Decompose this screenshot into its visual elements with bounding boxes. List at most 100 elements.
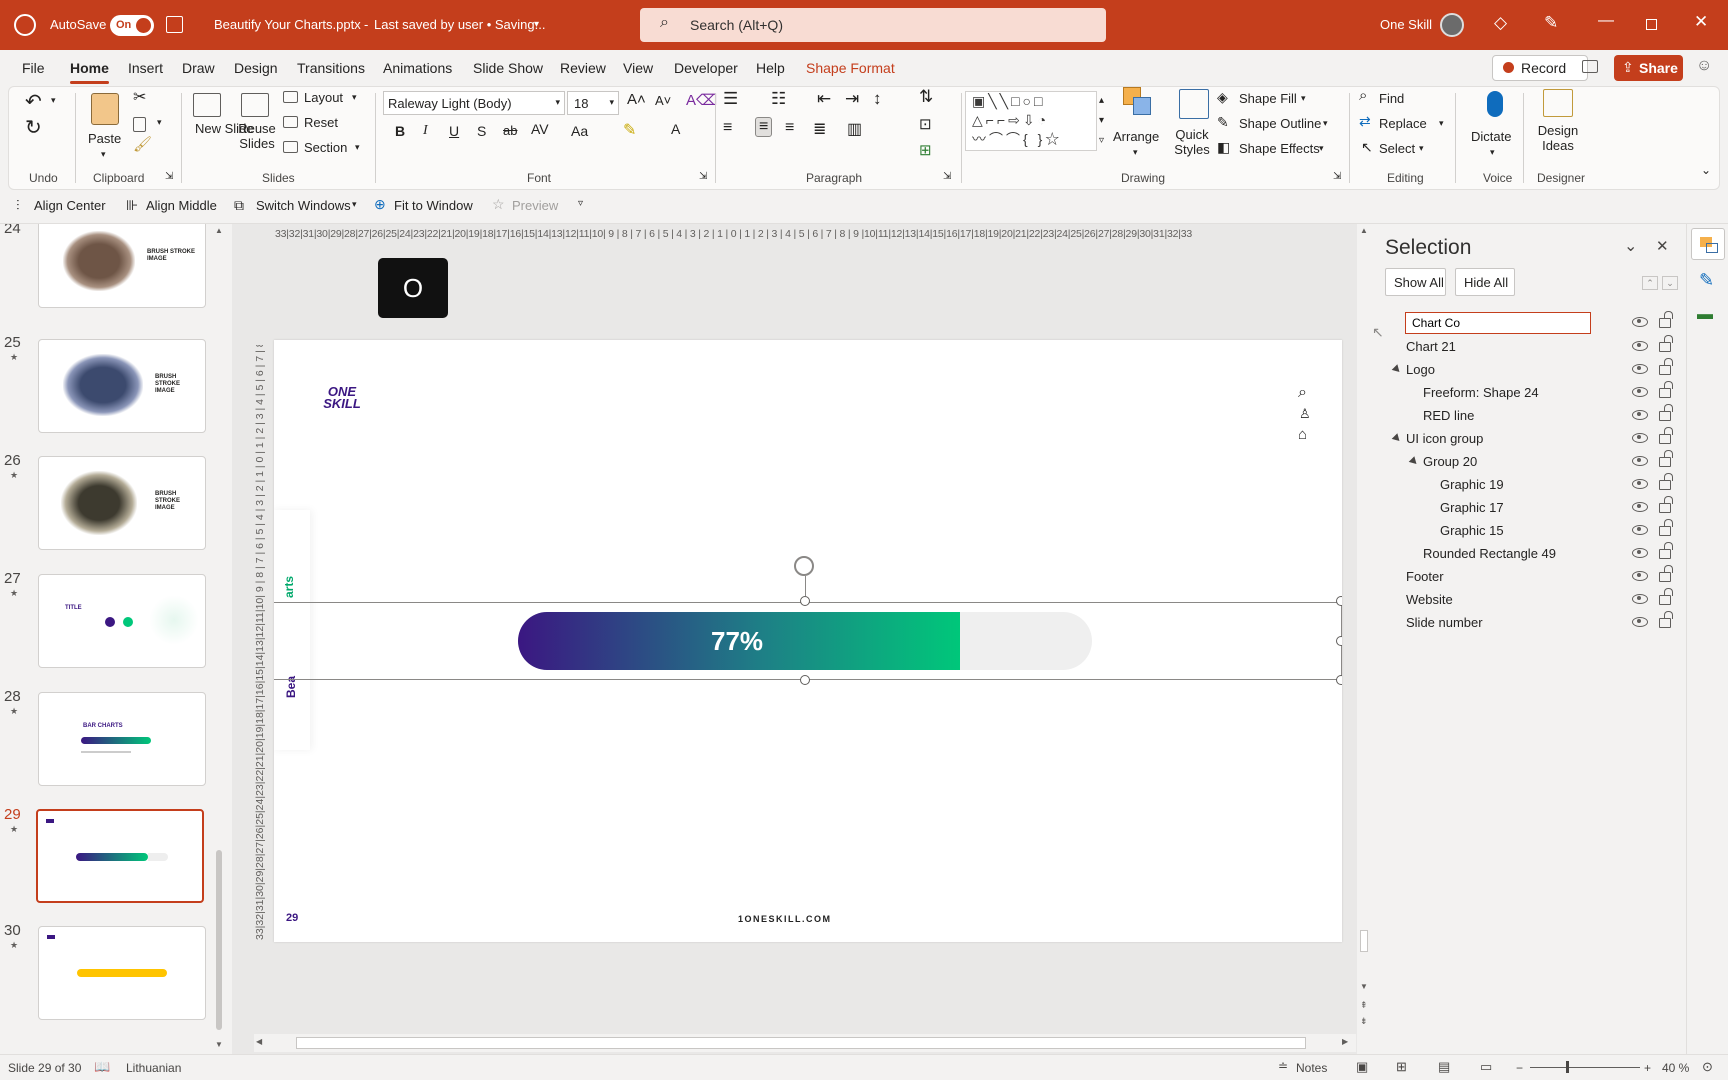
lock-icon[interactable] — [1659, 450, 1673, 467]
strikethrough-icon[interactable]: ab — [503, 123, 517, 138]
lock-icon[interactable] — [1659, 311, 1673, 328]
dictate-button[interactable]: Dictate — [1471, 129, 1511, 144]
tab-help[interactable]: Help — [756, 60, 785, 76]
lock-icon[interactable] — [1659, 335, 1673, 352]
chevron-down-icon[interactable]: ▾ — [1323, 118, 1328, 129]
find-button[interactable]: Find — [1379, 91, 1404, 106]
slide-counter[interactable]: Slide 29 of 30 — [8, 1061, 81, 1075]
user-name[interactable]: One Skill — [1380, 17, 1432, 32]
save-status[interactable]: Last saved by user • Saving... — [374, 17, 545, 32]
lock-icon[interactable] — [1659, 588, 1673, 605]
visibility-eye-icon[interactable] — [1632, 479, 1648, 489]
share-button[interactable]: ⇪ Share — [1614, 55, 1683, 81]
tab-animations[interactable]: Animations — [383, 60, 452, 76]
notes-button[interactable]: Notes — [1296, 1061, 1327, 1075]
char-spacing-icon[interactable]: AV — [531, 121, 549, 137]
language-indicator[interactable]: Lithuanian — [126, 1061, 181, 1075]
layout-button[interactable]: Layout — [304, 90, 343, 105]
home-icon[interactable]: ⌂ — [1298, 426, 1307, 443]
tab-draw[interactable]: Draw — [182, 60, 215, 76]
thumbnails-scrollbar[interactable]: ▲ ▼ — [212, 224, 226, 1054]
shapes-gallery[interactable]: ▣╲╲□○□ △⌐⌐⇨⇩◔ 〰⌒⌒{ }☆ — [965, 91, 1097, 151]
lock-icon[interactable] — [1659, 565, 1673, 582]
chevron-down-icon[interactable]: ▾ — [534, 19, 539, 30]
customize-qat-icon[interactable]: ▿ — [578, 198, 583, 209]
slide-thumbnail-30[interactable] — [38, 926, 206, 1020]
align-left-icon[interactable]: ≡ — [723, 119, 732, 137]
font-color-icon[interactable]: A — [671, 121, 680, 137]
pen-icon[interactable]: ✎ — [1544, 13, 1558, 33]
chevron-down-icon[interactable]: ▾ — [1319, 143, 1324, 154]
selection-handle[interactable] — [1336, 596, 1342, 606]
columns-icon[interactable]: ▥ — [847, 119, 862, 139]
selection-handle[interactable] — [1336, 675, 1342, 685]
dialog-launcher-icon[interactable]: ⇲ — [1333, 171, 1341, 182]
lock-icon[interactable] — [1659, 519, 1673, 536]
avatar[interactable] — [1440, 13, 1464, 37]
search-box[interactable]: ⌕ Search (Alt+Q) — [640, 8, 1106, 42]
selection-row[interactable]: Group 20 — [1370, 450, 1684, 473]
visibility-eye-icon[interactable] — [1632, 341, 1648, 351]
lock-icon[interactable] — [1659, 427, 1673, 444]
bold-icon[interactable]: B — [395, 123, 405, 139]
font-size-select[interactable]: 18 ▾ — [567, 91, 619, 115]
curves-icon[interactable]: 〰⌒⌒{ }☆ — [972, 131, 1062, 147]
align-middle-command[interactable]: Align Middle — [146, 198, 217, 213]
new-slide-icon[interactable] — [193, 93, 221, 117]
decrease-font-icon[interactable]: A˅ — [655, 93, 671, 108]
increase-font-icon[interactable]: A˄ — [627, 91, 646, 108]
restore-icon[interactable] — [1646, 19, 1657, 30]
shape-effects-button[interactable]: Shape Effects — [1239, 141, 1320, 156]
selection-pane-toggle[interactable] — [1691, 228, 1725, 260]
highlight-icon[interactable]: ✎ — [623, 120, 636, 140]
autosave-toggle[interactable]: On — [110, 15, 154, 36]
reset-button[interactable]: Reset — [304, 115, 338, 130]
visibility-eye-icon[interactable] — [1632, 525, 1648, 535]
lock-icon[interactable] — [1659, 358, 1673, 375]
increase-indent-icon[interactable]: ⇥ — [845, 89, 859, 109]
tab-file[interactable]: File — [22, 60, 45, 76]
visibility-eye-icon[interactable] — [1632, 571, 1648, 581]
animation-pane-icon[interactable]: ▬ — [1697, 306, 1713, 324]
chevron-down-icon[interactable]: ▾ — [1439, 118, 1444, 129]
selection-row[interactable]: Website — [1370, 588, 1684, 611]
close-icon[interactable]: ✕ — [1694, 12, 1708, 32]
chevron-down-icon[interactable]: ▾ — [1490, 147, 1495, 158]
visibility-eye-icon[interactable] — [1632, 456, 1648, 466]
align-center-icon[interactable]: ≡ — [755, 117, 773, 137]
visibility-eye-icon[interactable] — [1632, 548, 1648, 558]
chevron-down-icon[interactable]: ▾ — [355, 142, 360, 153]
zoom-out-icon[interactable]: − — [1516, 1061, 1523, 1075]
slide-thumbnail-24[interactable]: BRUSH STROKE IMAGE — [38, 224, 206, 308]
chevron-down-icon[interactable]: ▾ — [1419, 143, 1424, 154]
slide-number[interactable]: 29 — [286, 912, 298, 924]
change-case-icon[interactable]: Aa — [571, 123, 588, 139]
collapse-triangle-icon[interactable] — [1391, 364, 1403, 375]
gallery-scroll-icon[interactable]: ▴ ▾ ▿ — [1099, 91, 1104, 151]
accessibility-icon[interactable]: 📖 — [94, 1059, 110, 1075]
chevron-down-icon[interactable]: ▾ — [157, 117, 162, 128]
tab-design[interactable]: Design — [234, 60, 278, 76]
copy-icon[interactable] — [133, 117, 146, 132]
rotation-handle-icon[interactable] — [794, 556, 814, 576]
redo-icon[interactable]: ↻ — [25, 115, 42, 140]
fit-slide-icon[interactable]: ⊙ — [1702, 1059, 1713, 1075]
format-painter-icon[interactable]: 🖌 — [133, 135, 152, 153]
selection-handle[interactable] — [1336, 636, 1342, 646]
shape-fill-button[interactable]: Shape Fill — [1239, 91, 1297, 106]
tab-review[interactable]: Review — [560, 60, 606, 76]
object-name-input[interactable] — [1405, 312, 1591, 334]
selection-handle[interactable] — [800, 596, 810, 606]
selection-row[interactable]: Graphic 15 — [1370, 519, 1684, 542]
visibility-eye-icon[interactable] — [1632, 433, 1648, 443]
quick-styles-icon[interactable] — [1179, 89, 1209, 119]
switch-windows-command[interactable]: Switch Windows — [256, 198, 351, 213]
show-all-button[interactable]: Show All — [1385, 268, 1446, 296]
collapse-triangle-icon[interactable] — [1408, 456, 1420, 467]
send-backward-icon[interactable]: ⌄ — [1662, 276, 1678, 290]
fit-to-window-command[interactable]: Fit to Window — [394, 198, 473, 213]
slide-thumbnail-29[interactable] — [36, 809, 204, 903]
chevron-down-icon[interactable]: ⌄ — [1624, 236, 1637, 256]
selection-row[interactable]: Chart 21 — [1370, 335, 1684, 358]
design-ideas-button[interactable]: Design Ideas — [1535, 123, 1581, 153]
